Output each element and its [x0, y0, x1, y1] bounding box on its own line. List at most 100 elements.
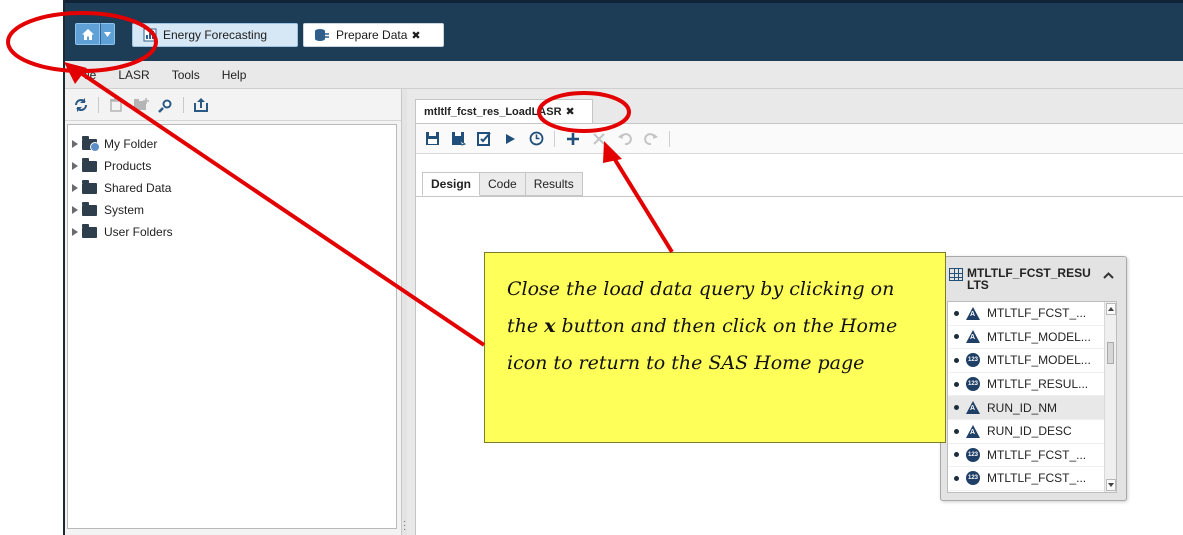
- character-icon-glyph: A: [970, 310, 976, 318]
- table-icon: [949, 268, 963, 281]
- close-tab-icon[interactable]: ✖: [411, 29, 420, 42]
- bullet-icon: [954, 452, 959, 458]
- splitter-grip-icon[interactable]: · · ·: [403, 517, 406, 535]
- column-item[interactable]: 123 MTLTLF_FCST_...: [948, 467, 1116, 491]
- menu-lasr[interactable]: LASR: [118, 68, 149, 82]
- column-item[interactable]: 123 MTLTLF_RESUL...: [948, 373, 1116, 397]
- undo-icon[interactable]: [617, 131, 633, 147]
- column-name: MTLTLF_MODEL...: [987, 329, 1091, 344]
- numeric-column-icon: 123: [966, 447, 980, 462]
- menu-bar: File LASR Tools Help: [65, 61, 1183, 89]
- character-icon-glyph: A: [970, 428, 976, 436]
- folders-toolbar: [65, 89, 401, 121]
- tab-prepare-data[interactable]: Prepare Data ✖: [303, 23, 444, 47]
- tab-label: Prepare Data: [336, 28, 408, 42]
- column-list-scrollbar[interactable]: [1104, 302, 1116, 492]
- bullet-icon: [954, 475, 959, 481]
- tree-item-shared-data[interactable]: Shared Data: [68, 177, 396, 199]
- column-item[interactable]: 123 MTLTLF_MODEL...: [948, 349, 1116, 373]
- column-item[interactable]: A RUN_ID_DESC: [948, 420, 1116, 444]
- tab-load-lasr-query[interactable]: mtltlf_fcst_res_LoadLASR ✖: [415, 99, 593, 123]
- numeric-column-icon: 123: [966, 353, 980, 368]
- character-column-icon: A: [966, 306, 980, 320]
- properties-icon[interactable]: [476, 131, 492, 147]
- folder-icon: [82, 179, 97, 194]
- expand-arrow-icon[interactable]: [72, 228, 78, 236]
- expand-arrow-icon[interactable]: [72, 184, 78, 192]
- tab-energy-forecasting[interactable]: Energy Forecasting: [132, 23, 298, 47]
- import-icon[interactable]: [193, 97, 209, 113]
- tab-design[interactable]: Design: [422, 172, 481, 196]
- expand-arrow-icon[interactable]: [72, 206, 78, 214]
- home-button[interactable]: [75, 23, 100, 45]
- title-bar: Energy Forecasting Prepare Data ✖: [65, 0, 1183, 61]
- toolbar-divider: [554, 130, 555, 147]
- folders-panel: My Folder Products Shared Data System Us: [65, 89, 402, 535]
- home-button-group: [75, 23, 115, 45]
- column-item[interactable]: 123 MTLTLF_FCST_...: [948, 444, 1116, 468]
- folder-tree: My Folder Products Shared Data System Us: [67, 124, 397, 529]
- tree-item-label: My Folder: [104, 137, 158, 151]
- add-icon[interactable]: [565, 131, 581, 147]
- query-toolbar: [416, 124, 1183, 154]
- tree-item-user-folders[interactable]: User Folders: [68, 221, 396, 243]
- scroll-up-icon[interactable]: [1106, 303, 1116, 315]
- redo-icon[interactable]: [643, 131, 659, 147]
- column-list: A MTLTLF_FCST_... A MTLTLF_MODEL... 123 MTLTL…: [947, 301, 1117, 493]
- menu-file[interactable]: File: [77, 68, 96, 82]
- folder-icon: [82, 157, 97, 172]
- bullet-icon: [954, 405, 959, 411]
- remove-icon[interactable]: [591, 131, 607, 147]
- character-icon-glyph: A: [970, 334, 976, 342]
- character-column-icon: A: [966, 330, 980, 344]
- run-icon[interactable]: [502, 131, 518, 147]
- character-column-icon: A: [966, 401, 980, 415]
- scrollbar-thumb[interactable]: [1107, 342, 1114, 364]
- save-icon[interactable]: [424, 131, 440, 147]
- bullet-icon: [954, 357, 959, 363]
- prepare-data-icon: [315, 29, 329, 41]
- column-item[interactable]: A MTLTLF_FCST_...: [948, 302, 1116, 326]
- table-node-header: MTLTLF_FCST_RESU LTS: [941, 257, 1126, 297]
- delete-icon[interactable]: [108, 97, 124, 113]
- bullet-icon: [954, 310, 959, 316]
- folder-icon: [82, 223, 97, 238]
- character-column-icon: A: [966, 424, 980, 438]
- callout-emphasis: x: [544, 315, 556, 337]
- tab-results[interactable]: Results: [525, 172, 583, 196]
- close-query-tab-icon[interactable]: ✖: [566, 105, 575, 118]
- expand-arrow-icon[interactable]: [72, 162, 78, 170]
- tree-item-products[interactable]: Products: [68, 155, 396, 177]
- home-icon: [81, 28, 94, 40]
- column-name: MTLTLF_FCST_...: [987, 306, 1087, 321]
- tree-item-system[interactable]: System: [68, 199, 396, 221]
- refresh-icon[interactable]: [73, 97, 89, 113]
- collapse-icon[interactable]: [1103, 267, 1114, 282]
- bullet-icon: [954, 381, 959, 387]
- toolbar-divider: [98, 96, 99, 113]
- view-tabs: Design Code Results: [422, 172, 583, 196]
- home-menu-dropdown[interactable]: [100, 23, 115, 45]
- toolbar-divider: [183, 96, 184, 113]
- column-name: MTLTLF_MODEL...: [987, 353, 1091, 368]
- save-as-icon[interactable]: [450, 131, 466, 147]
- schedule-icon[interactable]: [528, 131, 544, 147]
- column-name: MTLTLF_FCST_...: [987, 447, 1087, 462]
- search-icon[interactable]: [158, 97, 174, 113]
- instruction-callout: Close the load data query by clicking on…: [484, 252, 946, 443]
- expand-arrow-icon[interactable]: [72, 140, 78, 148]
- tree-item-label: Products: [104, 159, 152, 173]
- column-item[interactable]: A MTLTLF_MODEL...: [948, 326, 1116, 350]
- tree-item-my-folder[interactable]: My Folder: [68, 133, 396, 155]
- user-folder-icon: [82, 135, 100, 152]
- tree-item-label: Shared Data: [104, 181, 172, 195]
- callout-text-end: button and then click on the Home icon t…: [507, 315, 898, 374]
- new-folder-icon[interactable]: [133, 97, 149, 113]
- bullet-icon: [954, 334, 959, 340]
- menu-tools[interactable]: Tools: [172, 68, 200, 82]
- tab-code[interactable]: Code: [480, 172, 526, 196]
- column-item[interactable]: A RUN_ID_NM: [948, 396, 1116, 420]
- menu-help[interactable]: Help: [222, 68, 247, 82]
- table-node[interactable]: MTLTLF_FCST_RESU LTS A MTLTLF_FCST_... A MT…: [940, 256, 1127, 501]
- scroll-down-icon[interactable]: [1106, 479, 1116, 491]
